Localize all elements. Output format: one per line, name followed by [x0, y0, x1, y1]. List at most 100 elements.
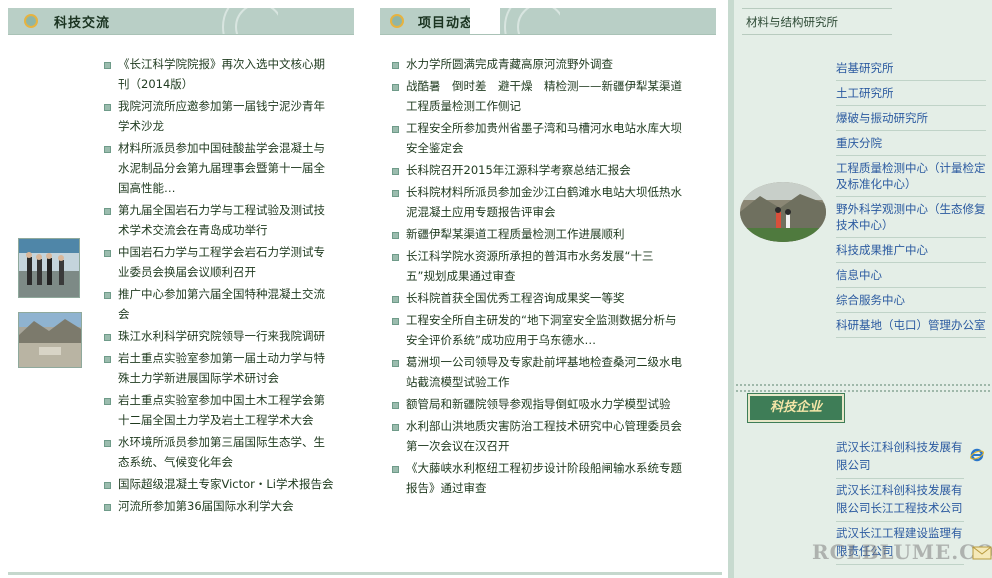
news-link[interactable]: 材料所派员参加中国硅酸盐学会混凝土与水泥制品分会第九届理事会暨第十一届全国高性能… [118, 141, 325, 195]
middle-section-header: 项目动态 [380, 8, 716, 35]
list-item[interactable]: 工程安全所自主研发的“地下洞室安全监测数据分析与安全评价系统”成功应用于乌东德水… [392, 310, 682, 350]
news-link[interactable]: 岩土重点实验室参加中国土木工程学会第十二届全国土力学及岩土工程学术大会 [118, 393, 325, 427]
enterprise-link[interactable]: 武汉长江科创科技发展有限公司长江工程技术公司 [836, 479, 964, 522]
list-item[interactable]: 长科院召开2015年江源科学考察总结汇报会 [392, 160, 682, 180]
news-link[interactable]: 新疆伊犁某渠道工程质量检测工作进展顺利 [406, 227, 625, 241]
sidebar-item-institute[interactable]: 岩基研究所 [836, 56, 986, 81]
news-link[interactable]: 长科院首获全国优秀工程咨询成果奖一等奖 [406, 291, 625, 305]
news-thumbnail-meeting[interactable] [18, 238, 80, 298]
square-bullet-icon [104, 62, 111, 69]
square-bullet-icon [392, 402, 399, 409]
enterprise-link[interactable]: 武汉长江科创科技发展有限公司 [836, 436, 964, 479]
news-thumbnail-site[interactable] [18, 312, 82, 368]
news-link[interactable]: 水利部山洪地质灾害防治工程技术研究中心管理委员会第一次会议在汉召开 [406, 419, 682, 453]
sidebar-item-institute[interactable]: 爆破与振动研究所 [836, 106, 986, 131]
left-news-list: 《长江科学院院报》再次入选中文核心期刊（2014版） 我院河流所应邀参加第一届钱… [104, 54, 336, 518]
square-bullet-icon [104, 334, 111, 341]
list-item[interactable]: 第九届全国岩石力学与工程试验及测试技术学术交流会在青岛成功举行 [104, 200, 336, 240]
list-item[interactable]: 我院河流所应邀参加第一届钱宁泥沙青年学术沙龙 [104, 96, 336, 136]
sidebar-item-institute[interactable]: 科技成果推广中心 [836, 238, 986, 263]
right-sidebar: 材料与结构研究所 岩基研究所 土工研究所 爆破与振动研究所 重庆分院 工程质量检… [728, 0, 992, 578]
news-link[interactable]: 第九届全国岩石力学与工程试验及测试技术学术交流会在青岛成功举行 [118, 203, 325, 237]
ie-browser-icon[interactable] [970, 448, 984, 462]
news-link[interactable]: 长江科学院水资源所承担的普洱市水务发展“十三五”规划成果通过审查 [406, 249, 653, 283]
list-item[interactable]: 珠江水利科学研究院领导一行来我院调研 [104, 326, 336, 346]
news-link[interactable]: 推广中心参加第六届全国特种混凝土交流会 [118, 287, 325, 321]
middle-section-title: 项目动态 [418, 16, 475, 31]
sidebar-link-materials-institute[interactable]: 材料与结构研究所 [746, 14, 838, 30]
envelope-icon[interactable] [972, 546, 992, 560]
list-item[interactable]: 国际超级混凝土专家Victor・Li学术报告会 [104, 474, 336, 494]
news-link[interactable]: 《大藤峡水利枢纽工程初步设计阶段船闸输水系统专题报告》通过审查 [406, 461, 682, 495]
news-link[interactable]: 中国岩石力学与工程学会岩石力学测试专业委员会换届会议顺利召开 [118, 245, 325, 279]
news-link[interactable]: 水力学所圆满完成青藏高原河流野外调查 [406, 57, 613, 71]
left-section-title: 科技交流 [54, 16, 111, 31]
square-bullet-icon [104, 250, 111, 257]
square-bullet-icon [392, 296, 399, 303]
news-link[interactable]: 额管局和新疆院领导参观指导倒虹吸水力学模型试验 [406, 397, 671, 411]
square-bullet-icon [104, 440, 111, 447]
list-item[interactable]: 长江科学院水资源所承担的普洱市水务发展“十三五”规划成果通过审查 [392, 246, 682, 286]
institute-list: 岩基研究所 土工研究所 爆破与振动研究所 重庆分院 工程质量检测中心（计量检定及… [836, 56, 986, 338]
square-bullet-icon [104, 146, 111, 153]
square-bullet-icon [104, 104, 111, 111]
list-item[interactable]: 推广中心参加第六届全国特种混凝土交流会 [104, 284, 336, 324]
list-item[interactable]: 中国岩石力学与工程学会岩石力学测试专业委员会换届会议顺利召开 [104, 242, 336, 282]
news-link[interactable]: 岩土重点实验室参加第一届土动力学与特殊土力学新进展国际学术研讨会 [118, 351, 325, 385]
watermark-text: RCLBLUME.COM [812, 540, 992, 564]
list-item[interactable]: 葛洲坝一公司领导及专家赴前坪基地检查桑河二级水电站截流模型试验工作 [392, 352, 682, 392]
section-divider [736, 384, 992, 392]
square-bullet-icon [392, 254, 399, 261]
sidebar-item-institute[interactable]: 信息中心 [836, 263, 986, 288]
left-section-header: 科技交流 [8, 8, 354, 35]
news-link[interactable]: 长科院材料所派员参加金沙江白鹤滩水电站大坝低热水泥混凝土应用专题报告评审会 [406, 185, 682, 219]
top-separator [742, 8, 892, 9]
sidebar-item-institute[interactable]: 土工研究所 [836, 81, 986, 106]
list-item[interactable]: 水环境所派员参加第三届国际生态学、生态系统、气候变化年会 [104, 432, 336, 472]
news-link[interactable]: 水环境所派员参加第三届国际生态学、生态系统、气候变化年会 [118, 435, 325, 469]
news-link[interactable]: 国际超级混凝土专家Victor・Li学术报告会 [118, 477, 334, 491]
header-decoration [500, 8, 560, 34]
list-item[interactable]: 材料所派员参加中国硅酸盐学会混凝土与水泥制品分会第九届理事会暨第十一届全国高性能… [104, 138, 336, 198]
news-link[interactable]: 长科院召开2015年江源科学考察总结汇报会 [406, 163, 631, 177]
square-bullet-icon [392, 466, 399, 473]
list-item[interactable]: 水利部山洪地质灾害防治工程技术研究中心管理委员会第一次会议在汉召开 [392, 416, 682, 456]
news-link[interactable]: 珠江水利科学研究院领导一行来我院调研 [118, 329, 325, 343]
news-link[interactable]: 我院河流所应邀参加第一届钱宁泥沙青年学术沙龙 [118, 99, 325, 133]
list-item[interactable]: 岩土重点实验室参加第一届土动力学与特殊土力学新进展国际学术研讨会 [104, 348, 336, 388]
square-bullet-icon [392, 360, 399, 367]
sidebar-item-institute[interactable]: 综合服务中心 [836, 288, 986, 313]
sidebar-item-institute[interactable]: 科研基地（屯口）管理办公室 [836, 313, 986, 338]
list-item[interactable]: 长科院材料所派员参加金沙江白鹤滩水电站大坝低热水泥混凝土应用专题报告评审会 [392, 182, 682, 222]
square-bullet-icon [392, 62, 399, 69]
news-link[interactable]: 河流所参加第36届国际水利学大会 [118, 499, 294, 513]
list-item[interactable]: 水力学所圆满完成青藏高原河流野外调查 [392, 54, 682, 74]
sidebar-item-institute[interactable]: 重庆分院 [836, 131, 986, 156]
list-item[interactable]: 工程安全所参加贵州省墨子湾和马槽河水电站水库大坝安全鉴定会 [392, 118, 682, 158]
middle-news-list: 水力学所圆满完成青藏高原河流野外调查 战酷暑 倒时差 避干燥 精检测——新疆伊犁… [392, 54, 682, 500]
square-bullet-icon [104, 208, 111, 215]
header-decoration [218, 8, 278, 34]
list-item[interactable]: 《大藤峡水利枢纽工程初步设计阶段船闸输水系统专题报告》通过审查 [392, 458, 682, 498]
square-bullet-icon [104, 292, 111, 299]
list-item[interactable]: 《长江科学院院报》再次入选中文核心期刊（2014版） [104, 54, 336, 94]
ring-icon [24, 14, 38, 28]
list-item[interactable]: 岩土重点实验室参加中国土木工程学会第十二届全国土力学及岩土工程学术大会 [104, 390, 336, 430]
list-item[interactable]: 长科院首获全国优秀工程咨询成果奖一等奖 [392, 288, 682, 308]
news-link[interactable]: 战酷暑 倒时差 避干燥 精检测——新疆伊犁某渠道工程质量检测工作侧记 [406, 79, 682, 113]
list-item[interactable]: 河流所参加第36届国际水利学大会 [104, 496, 336, 516]
square-bullet-icon [392, 84, 399, 91]
square-bullet-icon [392, 318, 399, 325]
news-link[interactable]: 葛洲坝一公司领导及专家赴前坪基地检查桑河二级水电站截流模型试验工作 [406, 355, 682, 389]
list-item[interactable]: 新疆伊犁某渠道工程质量检测工作进展顺利 [392, 224, 682, 244]
news-link[interactable]: 《长江科学院院报》再次入选中文核心期刊（2014版） [118, 57, 325, 91]
list-item[interactable]: 战酷暑 倒时差 避干燥 精检测——新疆伊犁某渠道工程质量检测工作侧记 [392, 76, 682, 116]
square-bullet-icon [104, 356, 111, 363]
news-link[interactable]: 工程安全所参加贵州省墨子湾和马槽河水电站水库大坝安全鉴定会 [406, 121, 682, 155]
list-item[interactable]: 额管局和新疆院领导参观指导倒虹吸水力学模型试验 [392, 394, 682, 414]
news-link[interactable]: 工程安全所自主研发的“地下洞室安全监测数据分析与安全评价系统”成功应用于乌东德水… [406, 313, 676, 347]
tab-enterprise[interactable]: 科技企业 [747, 393, 845, 423]
sidebar-item-institute[interactable]: 野外科学观测中心（生态修复技术中心） [836, 197, 986, 238]
square-bullet-icon [392, 168, 399, 175]
sidebar-item-institute[interactable]: 工程质量检测中心（计量检定及标准化中心） [836, 156, 986, 197]
